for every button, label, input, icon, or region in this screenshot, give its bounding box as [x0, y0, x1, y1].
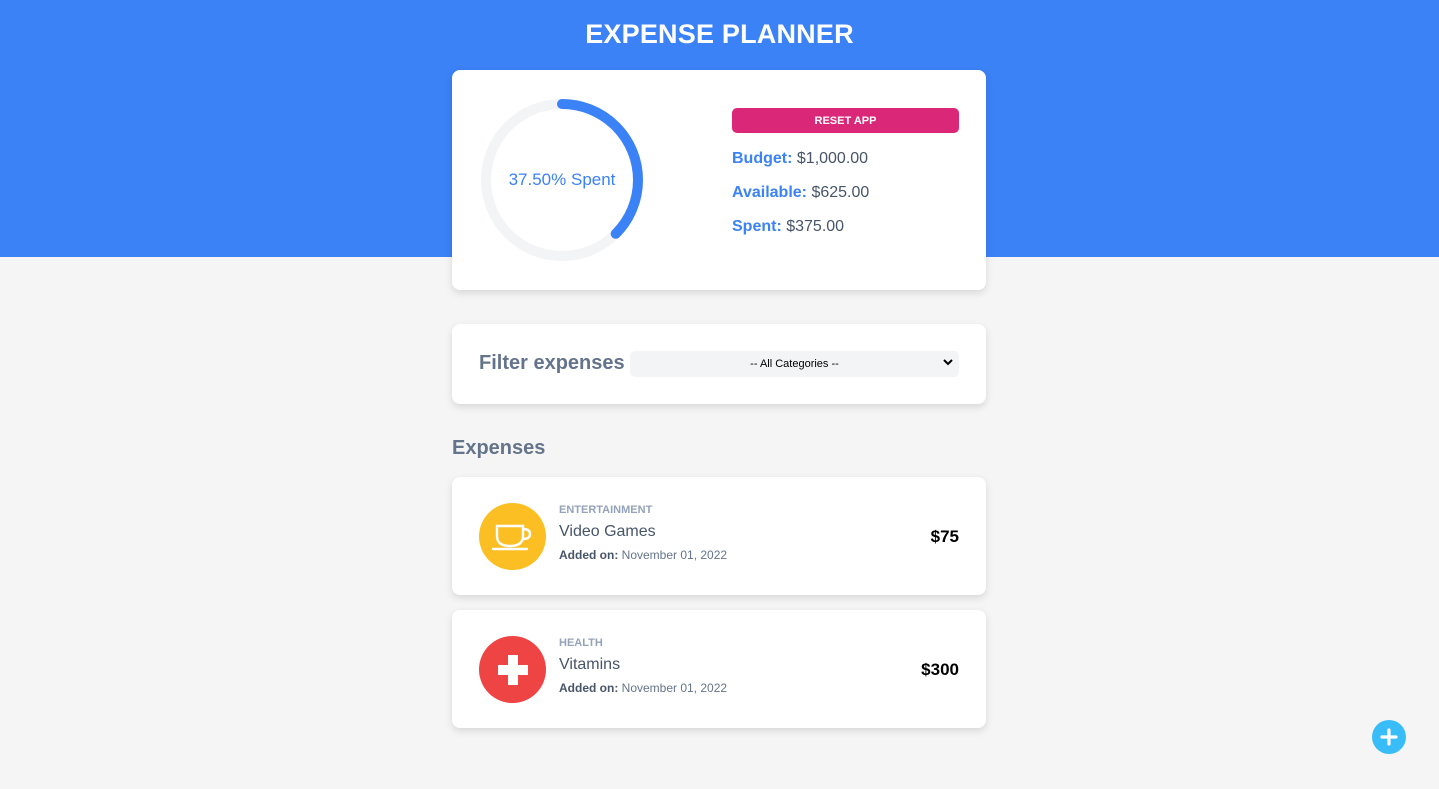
- plus-icon: [1380, 728, 1398, 746]
- date-key: Added on:: [559, 548, 619, 562]
- category-filter-select[interactable]: -- All Categories --: [630, 351, 959, 377]
- budget-card: 37.50% Spent RESET APP Budget: $1,000.00…: [452, 70, 986, 290]
- expense-category: HEALTH: [559, 637, 603, 649]
- filter-card: Filter expenses -- All Categories --: [452, 324, 986, 404]
- expense-category: ENTERTAINMENT: [559, 504, 653, 516]
- reset-app-button[interactable]: RESET APP: [732, 108, 959, 133]
- filter-label: Filter expenses: [479, 352, 625, 374]
- spent-value: $375.00: [786, 218, 845, 235]
- budget-key: Budget:: [732, 150, 793, 167]
- spent-stat: Spent: $375.00: [732, 218, 844, 236]
- expense-amount: $300: [921, 660, 959, 679]
- available-stat: Available: $625.00: [732, 184, 869, 202]
- expenses-heading: Expenses: [452, 437, 546, 459]
- budget-value: $1,000.00: [796, 150, 869, 167]
- expense-amount: $75: [930, 527, 959, 546]
- spent-key: Spent:: [732, 218, 782, 235]
- date-value: November 01, 2022: [621, 681, 728, 695]
- app-title: EXPENSE PLANNER: [585, 19, 854, 49]
- budget-stat: Budget: $1,000.00: [732, 150, 868, 168]
- add-expense-button[interactable]: [1372, 720, 1406, 754]
- expense-name: Video Games: [559, 523, 656, 540]
- date-value: November 01, 2022: [621, 548, 728, 562]
- medical-cross-icon: [479, 636, 546, 703]
- expense-name: Vitamins: [559, 656, 621, 673]
- expense-date: Added on: November 01, 2022: [559, 681, 727, 695]
- available-key: Available:: [732, 184, 807, 201]
- chevron-down-icon: [941, 355, 955, 372]
- filter-selected-value: -- All Categories --: [750, 358, 839, 370]
- expense-date: Added on: November 01, 2022: [559, 548, 727, 562]
- coffee-cup-icon: [479, 503, 546, 570]
- date-key: Added on:: [559, 681, 619, 695]
- spent-percent-label: 37.50% Spent: [508, 170, 616, 189]
- expense-item[interactable]: HEALTH Vitamins Added on: November 01, 2…: [452, 610, 986, 728]
- available-value: $625.00: [811, 184, 870, 201]
- expense-item[interactable]: ENTERTAINMENT Video Games Added on: Nove…: [452, 477, 986, 595]
